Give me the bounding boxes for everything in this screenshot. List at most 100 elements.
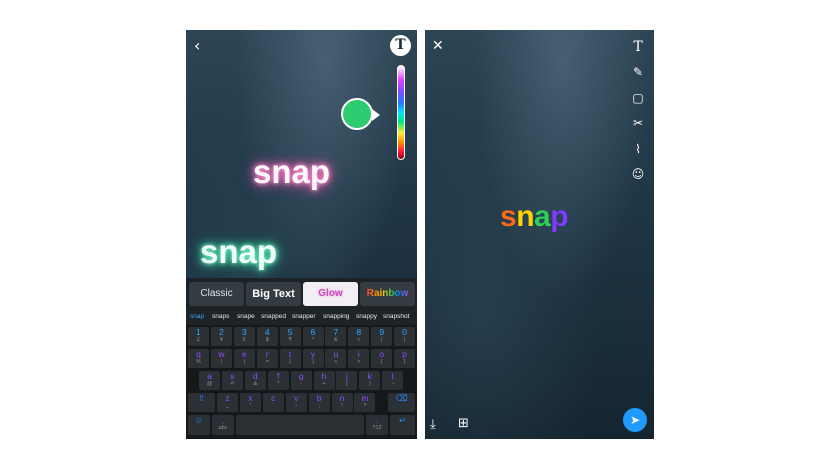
key-label: o xyxy=(379,349,385,359)
chevron-left-icon[interactable]: ‹ xyxy=(194,38,200,54)
keyboard-key-e[interactable]: e | xyxy=(233,349,255,368)
keyboard-key-p[interactable]: p} xyxy=(394,349,416,368)
key-alt-label: _ xyxy=(225,403,230,409)
download-icon[interactable]: ⤓ xyxy=(430,418,436,431)
keyboard-key-h[interactable]: h + xyxy=(313,371,335,390)
pencil-icon[interactable]: ✎ xyxy=(631,65,645,79)
keyboard-key-m[interactable]: m? xyxy=(354,393,376,412)
keyboard-key-5[interactable]: 5 ₹ xyxy=(279,327,301,346)
right-phone-screen: ✕ T ✎ ▢ ✂ ⌇ ☺ snap ⤓ ⊞ ➤ xyxy=(425,30,654,439)
key-label: x xyxy=(248,393,253,403)
scissors-icon[interactable]: ✂ xyxy=(631,116,645,130)
style-big-text-button[interactable]: Big Text xyxy=(246,282,301,306)
keyboard: snap snaps snape snapped snapper snappin… xyxy=(186,310,417,439)
text-style-bar: Classic Big Text Glow Rainbow xyxy=(186,278,417,310)
keyboard-key-3[interactable]: 3 € xyxy=(233,327,255,346)
add-story-icon[interactable]: ⊞ xyxy=(458,417,469,430)
paperclip-icon[interactable]: ⌇ xyxy=(631,142,645,156)
comma-key[interactable]: , abc xyxy=(212,415,234,435)
keyboard-key-6[interactable]: 6 ^ xyxy=(302,327,324,346)
suggestion[interactable]: snapper xyxy=(292,313,316,320)
key-label: ⌫ xyxy=(395,393,408,403)
keyboard-key-q[interactable]: q% xyxy=(188,349,209,368)
suggestion[interactable]: snap xyxy=(190,313,204,320)
suggestion[interactable]: snape xyxy=(237,313,255,320)
suggestion[interactable]: snappy xyxy=(356,313,377,320)
suggestion[interactable]: snapping xyxy=(323,313,349,320)
key-label: g xyxy=(298,371,304,381)
backspace-key[interactable]: ⌫ xyxy=(388,393,415,412)
keyboard-key-w[interactable]: w \ xyxy=(210,349,232,368)
keyboard-key-u[interactable]: u < xyxy=(325,349,347,368)
style-rainbow-button[interactable]: Rainbow xyxy=(360,282,415,306)
keyboard-key-l[interactable]: l ~ xyxy=(382,371,404,390)
keyboard-key-r[interactable]: r = xyxy=(256,349,278,368)
sticker-icon[interactable]: ▢ xyxy=(631,91,645,105)
period-key[interactable]: . ?12 xyxy=(366,415,388,435)
key-alt-label: ?12 xyxy=(372,425,382,431)
color-picker-handle[interactable] xyxy=(341,98,380,130)
keyboard-key-1[interactable]: 1 £ xyxy=(188,327,209,346)
keyboard-key-f[interactable]: f * xyxy=(267,371,289,390)
keyboard-key-g[interactable]: g- xyxy=(290,371,312,390)
caption-letter: n xyxy=(516,200,535,233)
key-alt-label: > xyxy=(357,359,361,365)
close-icon[interactable]: ✕ xyxy=(432,39,444,53)
keyboard-key-d[interactable]: d & xyxy=(244,371,266,390)
keyboard-key-k[interactable]: k) xyxy=(359,371,381,390)
keyboard-key-2[interactable]: 2 ¥ xyxy=(210,327,232,346)
keyboard-key-b[interactable]: b; xyxy=(308,393,330,412)
caption-rainbow[interactable]: snap xyxy=(500,200,569,234)
key-label: 5 xyxy=(287,327,293,337)
emoji-key[interactable]: ☺ xyxy=(188,415,210,435)
space-bar[interactable] xyxy=(236,415,364,435)
color-slider[interactable] xyxy=(397,65,405,160)
keyboard-key-c[interactable]: c ' xyxy=(262,393,284,412)
keyboard-key-a[interactable]: a @ xyxy=(199,371,220,390)
key-alt-label: ? xyxy=(363,403,367,409)
key-alt-label: } xyxy=(403,359,406,365)
key-alt-label: = xyxy=(265,359,269,365)
keyboard-key-8[interactable]: 8 < xyxy=(348,327,370,346)
shift-key[interactable]: ⇧ xyxy=(188,393,215,412)
caption-glow-green[interactable]: snap xyxy=(200,233,277,271)
keyboard-key-s[interactable]: s # xyxy=(221,371,243,390)
keyboard-key-j[interactable]: j( xyxy=(336,371,358,390)
key-label: w xyxy=(218,349,225,359)
key-alt-label: & xyxy=(253,381,258,387)
keyboard-key-x[interactable]: x " xyxy=(239,393,261,412)
keyboard-key-9[interactable]: 9( xyxy=(371,327,393,346)
keyboard-key-4[interactable]: 4 $ xyxy=(256,327,278,346)
suggestion[interactable]: snapshot xyxy=(383,313,409,320)
text-tool-icon[interactable]: T xyxy=(631,40,645,54)
keyboard-key-n[interactable]: n! xyxy=(331,393,353,412)
key-label: . xyxy=(375,415,379,425)
key-label: , xyxy=(221,415,225,425)
keyboard-key-z[interactable]: z _ xyxy=(217,393,238,412)
keyboard-key-v[interactable]: v: xyxy=(285,393,307,412)
key-alt-label: - xyxy=(300,381,303,387)
key-alt-label: $ xyxy=(265,337,269,343)
send-button[interactable]: ➤ xyxy=(623,408,647,432)
suggestion-bar: snap snaps snape snapped snapper snappin… xyxy=(186,310,417,325)
style-classic-button[interactable]: Classic xyxy=(189,282,244,306)
suggestion[interactable]: snapped xyxy=(261,313,286,320)
key-label: d xyxy=(252,371,258,381)
caption-glow-pink[interactable]: snap xyxy=(253,153,330,191)
send-arrow-icon: ➤ xyxy=(629,413,641,427)
caption-letter: a xyxy=(534,200,551,233)
keyboard-key-0[interactable]: 0) xyxy=(394,327,416,346)
caption-letter: p xyxy=(550,200,569,233)
text-tool-icon[interactable]: T xyxy=(390,35,411,56)
suggestion[interactable]: snaps xyxy=(212,313,229,320)
keyboard-key-o[interactable]: o{ xyxy=(371,349,393,368)
lens-icon[interactable]: ☺ xyxy=(631,167,645,181)
enter-key[interactable]: ↵ xyxy=(390,415,415,435)
key-alt-label: ( xyxy=(380,337,383,343)
style-glow-button[interactable]: Glow xyxy=(303,282,358,306)
key-alt-label: + xyxy=(322,381,326,387)
keyboard-key-y[interactable]: y] xyxy=(302,349,324,368)
keyboard-key-7[interactable]: 7 & xyxy=(325,327,347,346)
keyboard-key-t[interactable]: t[ xyxy=(279,349,301,368)
keyboard-key-i[interactable]: i > xyxy=(348,349,370,368)
